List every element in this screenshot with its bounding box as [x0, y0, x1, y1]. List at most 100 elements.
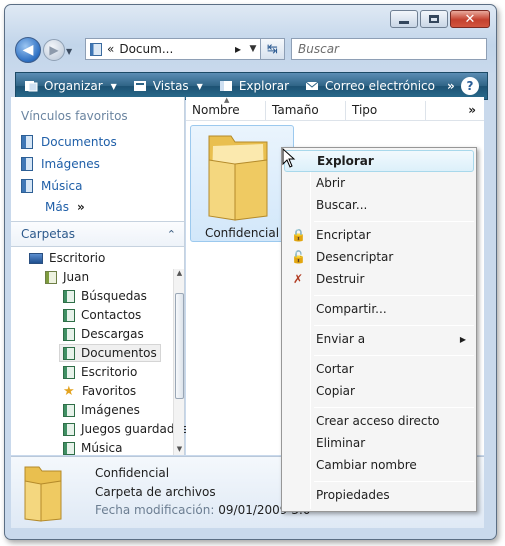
views-button[interactable]: Vistas ▼ [125, 73, 211, 99]
email-button[interactable]: Correo electrónico [297, 73, 443, 99]
help-button[interactable]: ? [461, 77, 479, 95]
column-label: Nombre [192, 103, 240, 117]
favorites-header: Vínculos favoritos [21, 109, 128, 123]
tree-label: Música [81, 441, 123, 455]
menu-item-buscar[interactable]: Buscar... [284, 194, 474, 216]
back-button[interactable]: ◀ [15, 37, 41, 63]
sort-ascending-icon: ▲ [224, 96, 230, 104]
address-bar[interactable]: « Docum... ▸ ▼ [85, 38, 261, 60]
menu-item-destruir[interactable]: ✗ Destruir [284, 268, 474, 290]
tree-item-contactos[interactable]: Contactos [63, 306, 141, 324]
columns-overflow-button[interactable]: » [460, 101, 484, 120]
tree-item-escritorio-root[interactable]: Escritorio [29, 249, 105, 267]
menu-label: Encriptar [316, 228, 371, 242]
scroll-up-icon[interactable]: ▲ [175, 269, 184, 279]
email-label: Correo electrónico [325, 79, 435, 93]
tree-label: Juan [63, 270, 90, 284]
details-name: Confidencial [95, 466, 170, 480]
forward-button[interactable]: ▶ [43, 39, 65, 61]
address-dropdown-icon[interactable]: ▼ [246, 44, 260, 54]
favorites-more-link[interactable]: Más » [45, 200, 85, 214]
menu-item-explorar[interactable]: Explorar [284, 150, 474, 172]
menu-item-copiar[interactable]: Copiar [284, 380, 474, 402]
tree-item-juan[interactable]: Juan [45, 268, 89, 286]
folders-toggle[interactable]: Carpetas ⌃ [11, 221, 184, 247]
menu-item-crear-acceso-directo[interactable]: Crear acceso directo [284, 410, 474, 432]
folder-icon [63, 365, 75, 379]
menu-item-propiedades[interactable]: Propiedades [284, 484, 474, 506]
forward-arrow-icon: ▶ [49, 43, 59, 57]
refresh-button[interactable]: ↹ [261, 38, 285, 60]
menu-item-abrir[interactable]: Abrir [284, 172, 474, 194]
user-folder-icon [45, 270, 57, 284]
menu-label: Explorar [317, 154, 374, 168]
tree-item-busquedas[interactable]: Búsquedas [63, 287, 147, 305]
date-label: Fecha modificación: [95, 503, 215, 517]
star-icon: ★ [63, 383, 75, 399]
column-name[interactable]: ▲ Nombre [186, 96, 266, 120]
folder-icon [63, 289, 75, 303]
menu-separator [314, 295, 474, 296]
tree-item-favoritos[interactable]: ★ Favoritos [63, 382, 136, 400]
explore-icon [219, 81, 232, 91]
menu-item-compartir[interactable]: Compartir... [284, 298, 474, 320]
favorite-link-documents[interactable]: Documentos [21, 135, 117, 149]
tree-label: Escritorio [49, 251, 106, 265]
tree-item-musica[interactable]: Música [63, 439, 123, 457]
menu-item-enviar-a[interactable]: Enviar a ▶ [284, 328, 474, 350]
context-menu: Explorar Abrir Buscar... 🔒 Encriptar 🔓 D… [281, 147, 477, 512]
navigation-bar: ◀ ▶ ▼ « Docum... ▸ ▼ ↹ Buscar [5, 33, 496, 65]
maximize-button[interactable] [420, 10, 448, 28]
chevron-up-icon: ⌃ [166, 227, 176, 241]
folders-header: Carpetas [21, 227, 75, 241]
menu-item-encriptar[interactable]: 🔒 Encriptar [284, 224, 474, 246]
tree-label: Contactos [81, 308, 142, 322]
tree-scrollbar[interactable]: ▲ ▼ [173, 269, 184, 455]
favorite-label: Imágenes [41, 157, 100, 171]
scroll-thumb[interactable] [175, 293, 184, 399]
search-input[interactable]: Buscar [291, 38, 487, 60]
column-label: Tamaño [272, 103, 319, 117]
command-toolbar: Organizar ▼ Vistas ▼ Explorar Correo ele… [15, 72, 488, 100]
recent-pages-dropdown[interactable]: ▼ [66, 47, 72, 56]
menu-item-desencriptar[interactable]: 🔓 Desencriptar [284, 246, 474, 268]
organize-button[interactable]: Organizar ▼ [16, 73, 125, 99]
organize-label: Organizar [44, 79, 103, 93]
tree-item-escritorio[interactable]: Escritorio [63, 363, 137, 381]
address-prefix[interactable]: « [107, 42, 114, 56]
favorite-link-music[interactable]: Música [21, 179, 83, 193]
minimize-button[interactable] [390, 10, 418, 28]
tree-label: Documentos [81, 346, 157, 360]
breadcrumb-documents[interactable]: Docum... [119, 42, 230, 56]
explore-label: Explorar [238, 79, 290, 93]
organize-icon [25, 81, 38, 92]
file-label: Confidencial [204, 226, 280, 240]
menu-item-cortar[interactable]: Cortar [284, 358, 474, 380]
breadcrumb-chevron-icon[interactable]: ▸ [235, 42, 241, 56]
column-label: Tipo [352, 103, 378, 117]
column-type[interactable]: Tipo [346, 101, 426, 120]
folder-icon [63, 403, 75, 417]
close-icon: ✕ [464, 11, 476, 27]
folder-icon [24, 466, 62, 522]
menu-separator [314, 481, 474, 482]
menu-item-eliminar[interactable]: Eliminar [284, 432, 474, 454]
toolbar-overflow-button[interactable]: » [447, 79, 455, 93]
close-button[interactable]: ✕ [450, 10, 490, 28]
column-size[interactable]: Tamaño [266, 101, 346, 120]
file-item[interactable]: Confidencial [190, 125, 294, 242]
dropdown-arrow-icon: ▼ [110, 81, 117, 91]
menu-separator [314, 407, 474, 408]
tree-item-imagenes[interactable]: Imágenes [63, 401, 140, 419]
menu-item-cambiar-nombre[interactable]: Cambiar nombre [284, 454, 474, 476]
navigation-pane: Vínculos favoritos Documentos Imágenes M… [11, 97, 188, 457]
tree-item-documentos[interactable]: Documentos [59, 344, 161, 362]
tree-item-descargas[interactable]: Descargas [63, 325, 144, 343]
dropdown-arrow-icon: ▼ [196, 81, 203, 91]
tree-item-juegos-guardados[interactable]: Juegos guardados [63, 420, 188, 438]
folder-location-icon [90, 42, 102, 56]
scroll-down-icon[interactable]: ▼ [175, 445, 184, 455]
menu-separator [314, 221, 474, 222]
favorite-link-images[interactable]: Imágenes [21, 157, 100, 171]
menu-label: Eliminar [316, 436, 366, 450]
